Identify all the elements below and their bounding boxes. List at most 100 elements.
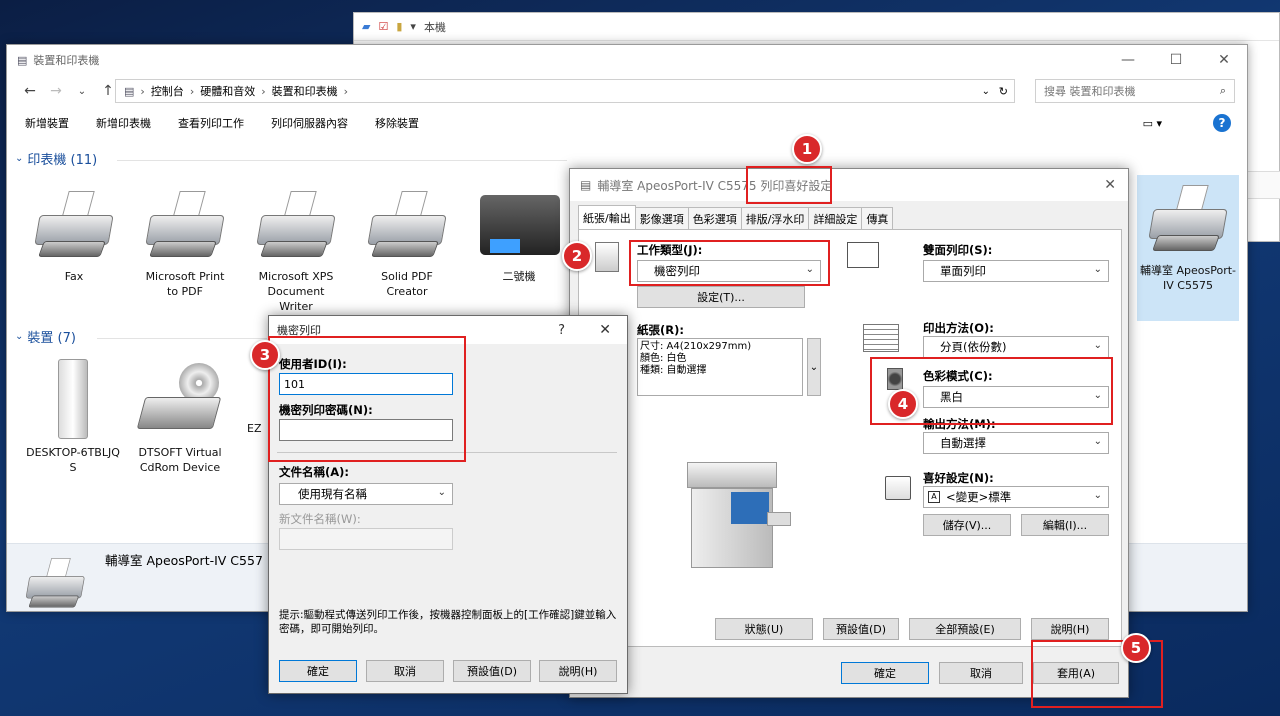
selected-printer-icon [23, 558, 88, 612]
checkmark-icon: ☑ [378, 20, 389, 33]
devices-printers-icon: ▤ [17, 53, 28, 67]
printer-icon [142, 191, 228, 263]
secure-print-lock-icon [595, 242, 619, 272]
devices-section-header[interactable]: ⌄ 裝置 (7) [15, 327, 76, 346]
pref-cancel-button[interactable]: 取消 [939, 662, 1023, 684]
status-button[interactable]: 狀態(U) [715, 618, 813, 640]
doc-name-select[interactable]: 使用現有名稱 ⌄ [279, 483, 453, 505]
chevron-down-icon: ⌄ [1093, 490, 1102, 501]
printers-section-title: 印表機 (11) [27, 153, 98, 168]
forward-arrow-icon[interactable]: → [43, 83, 69, 99]
annotation-badge-5: 5 [1121, 633, 1151, 663]
view-options-icon[interactable]: ▭ ▾ [1143, 117, 1162, 130]
address-dropdown-icon[interactable]: ⌄ [982, 86, 990, 97]
device-label: EZ [247, 422, 262, 435]
printer-item-second[interactable]: 二號機 [474, 191, 564, 284]
output-dest-value: 自動選擇 [940, 436, 986, 450]
paper-color-text: 顏色: 白色 [640, 353, 687, 364]
new-doc-name-input[interactable] [279, 528, 453, 550]
tab-detailed-settings[interactable]: 詳細設定 [808, 207, 863, 229]
breadcrumb-hardware-sound[interactable]: 硬體和音效 [200, 83, 255, 99]
doc-name-value: 使用現有名稱 [298, 487, 367, 501]
output-dest-select[interactable]: 自動選擇 ⌄ [923, 432, 1109, 454]
help-icon[interactable]: ? [1213, 114, 1231, 132]
secure-cancel-button[interactable]: 取消 [366, 660, 444, 682]
duplex-icon [847, 242, 879, 268]
address-path[interactable]: ▤ › 控制台 › 硬體和音效 › 裝置和印表機 › ⌄ ↻ [115, 79, 1015, 103]
secure-ok-button[interactable]: 確定 [279, 660, 357, 682]
print-server-properties-button[interactable]: 列印伺服器內容 [271, 115, 348, 131]
location-icon: ▤ [124, 84, 135, 98]
paper-label: 紙張(R): [637, 323, 684, 337]
secure-default-button[interactable]: 預設值(D) [453, 660, 531, 682]
printer-label: Microsoft Print to PDF [145, 270, 225, 298]
collapse-chevron-icon: ⌄ [15, 153, 24, 164]
tab-color-options[interactable]: 色彩選項 [687, 207, 742, 229]
favorites-label: 喜好設定(N): [923, 471, 994, 485]
pref-default-button[interactable]: 預設值(D) [823, 618, 899, 640]
tab-fax[interactable]: 傳真 [861, 207, 894, 229]
annotation-badge-4: 4 [888, 389, 918, 419]
maximize-icon[interactable]: ☐ [1153, 45, 1199, 75]
paper-dropdown-button[interactable]: ⌄ [807, 338, 821, 396]
device-item-cdrom[interactable]: DTSOFT Virtual CdRom Device [135, 359, 225, 475]
add-device-button[interactable]: 新增裝置 [25, 115, 69, 131]
annotation-badge-1: 1 [792, 134, 822, 164]
minimize-icon[interactable]: — [1105, 45, 1151, 75]
secure-help-button[interactable]: 說明(H) [539, 660, 617, 682]
pref-ok-button[interactable]: 確定 [841, 662, 929, 684]
all-default-button[interactable]: 全部預設(E) [909, 618, 1021, 640]
printer-icon [1145, 185, 1231, 257]
duplex-select[interactable]: 單面列印 ⌄ [923, 260, 1109, 282]
device-label: DTSOFT Virtual CdRom Device [138, 446, 222, 474]
pref-close-icon[interactable]: ✕ [1104, 177, 1116, 193]
printer-label: Microsoft XPS Document Writer [258, 270, 334, 313]
printer-item-apeosport-selected[interactable]: 輔導室 ApeosPort-IV C5575 [1137, 175, 1239, 321]
settings-button[interactable]: 設定(T)... [637, 286, 805, 308]
add-printer-button[interactable]: 新增印表機 [96, 115, 151, 131]
annotation-badge-2: 2 [562, 241, 592, 271]
remove-device-button[interactable]: 移除裝置 [375, 115, 419, 131]
paper-info-box[interactable]: 尺寸: A4(210x297mm) 顏色: 白色 種類: 自動選擇 [637, 338, 803, 396]
tab-layout-watermark[interactable]: 排版/浮水印 [740, 207, 810, 229]
printer-item-ms-print-pdf[interactable]: Microsoft Print to PDF [140, 191, 230, 299]
main-titlebar: ▤ 裝置和印表機 — ☐ ✕ [7, 45, 1247, 75]
annotation-box-1 [746, 166, 832, 204]
printer-small-icon: ▤ [580, 178, 592, 192]
pref-tabs: 紙張/輸出 影像選項 色彩選項 排版/浮水印 詳細設定 傳真 [578, 205, 894, 229]
new-doc-name-label: 新文件名稱(W): [279, 512, 361, 526]
back-arrow-icon[interactable]: ← [17, 83, 43, 99]
save-button[interactable]: 儲存(V)... [923, 514, 1011, 536]
annotation-box-2 [629, 240, 830, 286]
edit-button[interactable]: 編輯(I)... [1021, 514, 1109, 536]
secure-close-icon[interactable]: ✕ [599, 322, 611, 338]
question-icon[interactable]: ? [558, 323, 565, 338]
pref-help-button[interactable]: 說明(H) [1031, 618, 1109, 640]
search-input[interactable]: 搜尋 裝置和印表機 ⌕ [1035, 79, 1235, 103]
see-print-jobs-button[interactable]: 查看列印工作 [178, 115, 244, 131]
device-item-desktop[interactable]: DESKTOP-6TBLJQS [25, 359, 121, 475]
printer-item-solid-pdf[interactable]: Solid PDF Creator [362, 191, 452, 299]
breadcrumb-devices-printers[interactable]: 裝置和印表機 [272, 83, 338, 99]
device-item-ez[interactable]: EZ [247, 421, 267, 436]
search-icon: ⌕ [1219, 84, 1226, 97]
computer-tower-icon [58, 359, 88, 439]
breadcrumb-control-panel[interactable]: 控制台 [151, 83, 184, 99]
tab-image-options[interactable]: 影像選項 [634, 207, 689, 229]
chevron-down-icon: ⌄ [437, 487, 446, 498]
tab-paper-output[interactable]: 紙張/輸出 [578, 205, 636, 229]
main-window-title: 裝置和印表機 [33, 54, 100, 67]
close-icon[interactable]: ✕ [1201, 45, 1247, 75]
favorites-select[interactable]: A <變更>標準 ⌄ [923, 486, 1109, 508]
favorites-a-icon: A [928, 491, 940, 503]
printer-icon [253, 191, 339, 263]
duplex-value: 單面列印 [940, 264, 986, 278]
printer-item-fax[interactable]: Fax [29, 191, 119, 284]
refresh-icon[interactable]: ↻ [999, 85, 1008, 98]
dropdown-icon: ▾ [410, 20, 416, 33]
printers-section-header[interactable]: ⌄ 印表機 (11) [15, 149, 97, 168]
output-method-select[interactable]: 分頁(依份數) ⌄ [923, 336, 1109, 358]
printer-item-ms-xps[interactable]: Microsoft XPS Document Writer [251, 191, 341, 314]
annotation-badge-3: 3 [250, 340, 280, 370]
recent-chevron-icon[interactable]: ⌄ [69, 86, 95, 97]
